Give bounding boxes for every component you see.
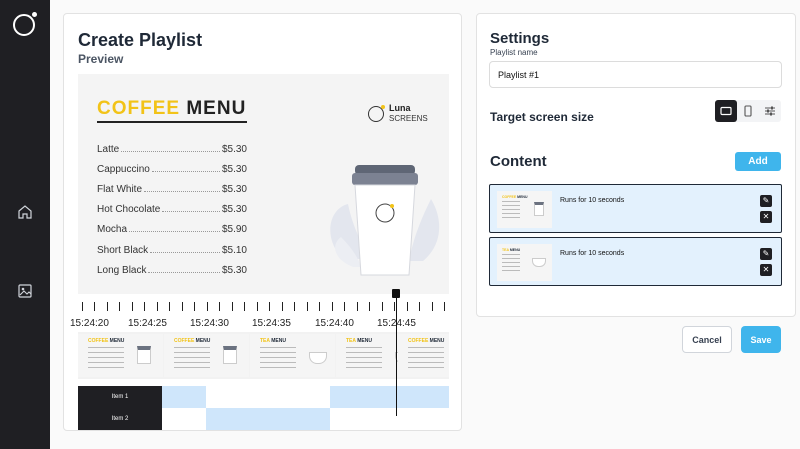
preview-label: Preview: [78, 52, 124, 66]
close-icon[interactable]: ✕: [760, 211, 772, 223]
app-logo[interactable]: [13, 12, 37, 36]
screen-size-toggle: [715, 100, 781, 122]
track-segment[interactable]: [162, 386, 206, 408]
coffee-cup-illustration: [330, 165, 440, 276]
content-thumb: COFFEE MENU: [497, 191, 552, 228]
edit-icon[interactable]: ✎: [760, 195, 772, 207]
settings-panel: Settings Playlist name Playlist #1 Targe…: [476, 13, 796, 317]
playlist-name-label: Playlist name: [490, 48, 538, 57]
menu-title-accent: COFFEE: [97, 98, 181, 119]
home-icon[interactable]: [17, 204, 33, 220]
brand-ring-icon: [368, 105, 385, 122]
target-screen-size-label: Target screen size: [490, 110, 594, 124]
track-segment[interactable]: [330, 386, 449, 408]
landscape-icon[interactable]: [715, 100, 737, 122]
image-icon[interactable]: [17, 283, 33, 299]
time-label: 15:24:35: [252, 318, 291, 329]
menu-underline: [97, 121, 247, 123]
preview-canvas: COFFEE MENU Latte $5.30 Cappuccino $5.30 F…: [78, 74, 449, 294]
save-button[interactable]: Save: [741, 326, 781, 353]
playlist-name-input[interactable]: Playlist #1: [489, 61, 782, 88]
content-duration: Runs for 10 seconds: [560, 197, 625, 204]
playhead-handle[interactable]: [392, 289, 400, 298]
menu-title-rest: MENU: [180, 98, 247, 119]
add-content-button[interactable]: Add: [735, 152, 781, 171]
sliders-icon[interactable]: [759, 100, 781, 122]
brand-sub: SCREENS: [389, 114, 428, 123]
cancel-button[interactable]: Cancel: [682, 326, 732, 353]
timeline-thumb[interactable]: TEA MENU: [250, 334, 335, 377]
timeline-thumb[interactable]: COFFEE MENU: [78, 334, 163, 377]
time-label: 15:24:20: [70, 318, 109, 329]
cup-icon: [534, 202, 544, 216]
track-label: Item 2: [78, 408, 162, 430]
menu-item: Hot Chocolate $5.30: [97, 204, 247, 215]
time-label: 15:24:40: [315, 318, 354, 329]
playhead[interactable]: [396, 289, 397, 416]
settings-title: Settings: [490, 30, 550, 47]
content-item[interactable]: COFFEE MENU Runs for 10 seconds ✎ ✕: [489, 184, 782, 233]
cup-icon: [137, 346, 151, 364]
timeline-thumbnails: COFFEE MENU COFFEE MENU TEA MENU TEA MEN…: [78, 332, 449, 379]
menu-item: Latte $5.30: [97, 144, 247, 155]
menu-item: Mocha $5.90: [97, 224, 247, 235]
edit-icon[interactable]: ✎: [760, 248, 772, 260]
editor-panel: Create Playlist Preview COFFEE MENU Latt…: [63, 13, 462, 431]
content-duration: Runs for 10 seconds: [560, 250, 625, 257]
timeline-thumb[interactable]: COFFEE MENU: [398, 334, 449, 377]
track-label: Item 1: [78, 386, 162, 408]
track-segment[interactable]: [206, 408, 330, 430]
page-title: Create Playlist: [78, 30, 203, 50]
sidebar: [0, 0, 50, 449]
portrait-icon[interactable]: [737, 100, 759, 122]
content-label: Content: [490, 153, 547, 170]
close-icon[interactable]: ✕: [760, 264, 772, 276]
brand-name: Luna: [389, 103, 411, 113]
teacup-icon: [309, 352, 327, 364]
timeline-tracks: Item 1 Item 2: [78, 386, 449, 430]
time-label: 15:24:30: [190, 318, 229, 329]
menu-item: Cappuccino $5.30: [97, 164, 247, 175]
cup-icon: [223, 346, 237, 364]
content-item[interactable]: TEA MENU Runs for 10 seconds ✎ ✕: [489, 237, 782, 286]
menu-item: Short Black $5.10: [97, 245, 247, 256]
timeline-thumb[interactable]: COFFEE MENU: [164, 334, 249, 377]
content-thumb: TEA MENU: [497, 244, 552, 281]
time-label: 15:24:25: [128, 318, 167, 329]
menu-title: COFFEE MENU: [97, 98, 246, 120]
timeline-ruler[interactable]: 15:24:20 15:24:25 15:24:30 15:24:35 15:2…: [70, 302, 449, 330]
teacup-icon: [532, 258, 546, 267]
menu-item: Long Black $5.30: [97, 265, 247, 276]
menu-item: Flat White $5.30: [97, 184, 247, 195]
brand-logo: Luna SCREENS: [368, 100, 438, 130]
